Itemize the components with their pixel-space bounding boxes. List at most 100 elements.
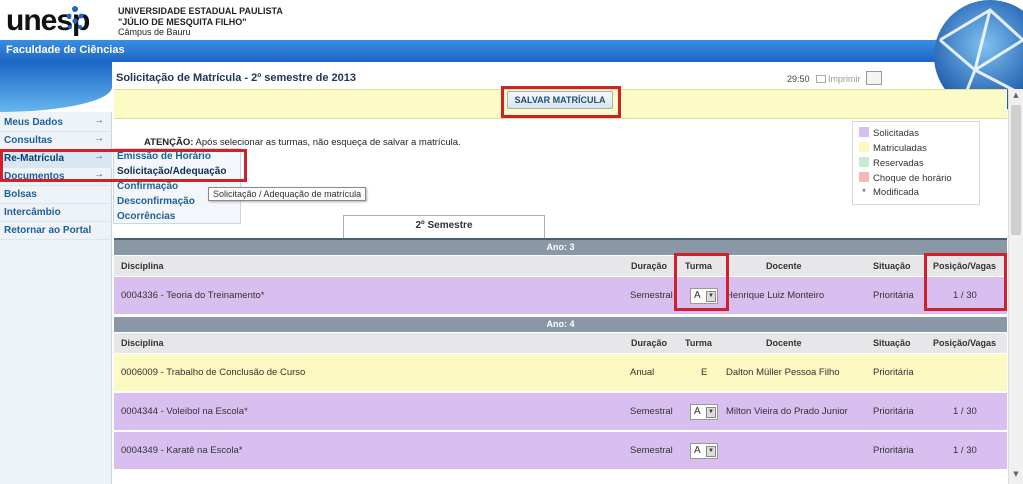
header-swoosh	[0, 62, 112, 112]
site-header: unesp UNIVERSIDADE ESTADUAL PAULISTA "JÚ…	[0, 0, 1023, 40]
cell-disciplina: 0004344 - Voleibol na Escola*	[121, 406, 248, 417]
legend-swatch	[859, 142, 869, 152]
cell-duracao: Semestral	[630, 406, 673, 417]
col-disciplina: Disciplina	[121, 261, 164, 271]
legend-item-reservadas: Reservadas	[859, 157, 924, 169]
col-duracao: Duração	[631, 338, 668, 348]
expand-icon[interactable]	[866, 71, 882, 85]
sidebar-item-label: Consultas	[4, 135, 53, 146]
highlight-save-button	[501, 86, 621, 118]
legend-label: Matriculadas	[873, 143, 927, 154]
turma-value: A	[694, 406, 701, 417]
legend-swatch	[859, 157, 869, 167]
cell-situacao: Prioritária	[873, 367, 914, 378]
turma-select[interactable]: A ▼	[690, 443, 718, 459]
cell-docente: Henrique Luiz Monteiro	[726, 290, 825, 301]
col-situacao: Situação	[873, 338, 911, 348]
col-turma: Turma	[685, 338, 712, 348]
chevron-down-icon: ▼	[706, 446, 716, 457]
cell-posicao: 1 / 30	[953, 406, 977, 417]
university-name: UNIVERSIDADE ESTADUAL PAULISTA "JÚLIO DE…	[118, 6, 283, 38]
page-title: Solicitação de Matrícula - 2º semestre d…	[116, 72, 357, 84]
session-timer: 29:50	[787, 74, 810, 84]
chevron-down-icon: ▼	[706, 407, 716, 418]
sidebar-item-retornar-portal[interactable]: Retornar ao Portal	[0, 222, 112, 240]
legend-label: Reservadas	[873, 158, 924, 169]
faculty-title: Faculdade de Ciências	[6, 44, 125, 56]
print-button[interactable]: Imprimir	[816, 74, 861, 84]
highlight-re-matricula-menu	[0, 149, 247, 182]
highlight-turma-column	[674, 253, 729, 311]
turma-select[interactable]: A ▼	[690, 404, 718, 420]
col-docente: Docente	[766, 261, 802, 271]
scrollbar-thumb[interactable]	[1011, 105, 1021, 235]
col-docente: Docente	[766, 338, 802, 348]
arrow-right-icon: →	[94, 133, 104, 144]
submenu-item-ocorrencias[interactable]: Ocorrências	[117, 211, 175, 222]
scroll-down-icon[interactable]: ▼	[1011, 470, 1021, 482]
legend-item-matriculadas: Matriculadas	[859, 142, 927, 154]
cell-disciplina: 0004349 - Karatê na Escola*	[121, 445, 243, 456]
cell-docente: Milton Vieira do Prado Junior	[726, 406, 848, 417]
legend-label: Solicitadas	[873, 128, 919, 139]
sidebar-item-label: Retornar ao Portal	[4, 225, 92, 236]
cell-posicao: 1 / 30	[953, 445, 977, 456]
submenu-item-confirmacao[interactable]: Confirmação	[117, 181, 178, 192]
tab-2o-semestre[interactable]: 2º Semestre	[343, 215, 545, 239]
attention-label: ATENÇÃO:	[144, 137, 194, 148]
arrow-right-icon: →	[94, 115, 104, 126]
col-duracao: Duração	[631, 261, 668, 271]
sidebar-item-intercambio[interactable]: Intercâmbio	[0, 204, 112, 222]
cell-situacao: Prioritária	[873, 290, 914, 301]
faculty-bar: Faculdade de Ciências	[0, 40, 1023, 62]
table-row: 0004336 - Teoria do Treinamento* Semestr…	[114, 277, 1007, 315]
cell-duracao: Anual	[630, 367, 655, 378]
attention-message: ATENÇÃO: Após selecionar as turmas, não …	[144, 137, 461, 148]
cell-docente: Dalton Müller Pessoa Filho	[726, 367, 840, 378]
column-headers: Disciplina Duração Turma Docente Situaçã…	[114, 333, 1007, 353]
university-line-1: UNIVERSIDADE ESTADUAL PAULISTA	[118, 6, 283, 16]
legend-swatch	[859, 127, 869, 137]
table-row: 0004344 - Voleibol na Escola* Semestral …	[114, 393, 1007, 431]
submenu-item-desconfirmacao[interactable]: Desconfirmação	[117, 196, 195, 207]
campus-name: Câmpus de Bauru	[118, 27, 191, 37]
col-disciplina: Disciplina	[121, 338, 164, 348]
print-label: Imprimir	[828, 74, 861, 84]
table-row: 0004349 - Karatê na Escola* Semestral A ▼…	[114, 432, 1007, 470]
legend-label: Modificada	[873, 187, 919, 198]
sidebar-item-bolsas[interactable]: Bolsas	[0, 186, 112, 204]
legend-label: Choque de horário	[873, 173, 952, 184]
sidebar-item-label: Bolsas	[4, 189, 37, 200]
cell-disciplina: 0004336 - Teoria do Treinamento*	[121, 290, 265, 301]
legend-swatch	[859, 172, 869, 182]
col-posicao: Posição/Vagas	[933, 338, 997, 348]
unesp-logo-mark-icon	[66, 6, 84, 29]
page-root: unesp UNIVERSIDADE ESTADUAL PAULISTA "JÚ…	[0, 0, 1023, 484]
legend-item-solicitadas: Solicitadas	[859, 127, 919, 139]
sidebar-item-label: Intercâmbio	[4, 207, 61, 218]
year-header: Ano: 3	[114, 240, 1007, 255]
col-situacao: Situação	[873, 261, 911, 271]
cell-duracao: Semestral	[630, 290, 673, 301]
turma-value: A	[694, 445, 701, 456]
legend-item-choque-horario: Choque de horário	[859, 172, 952, 184]
highlight-posicao-column	[924, 253, 1007, 311]
cell-turma: E	[701, 367, 708, 378]
legend-item-modificada: * Modificada	[859, 187, 919, 198]
sidebar-item-label: Meus Dados	[4, 117, 63, 128]
cell-situacao: Prioritária	[873, 406, 914, 417]
year-header: Ano: 4	[114, 317, 1007, 332]
asterisk-marker: *	[862, 187, 866, 198]
column-headers: Disciplina Duração Turma Docente Situaçã…	[114, 256, 1007, 276]
cell-disciplina: 0006009 - Trabalho de Conclusão de Curso	[121, 367, 306, 378]
tooltip: Solicitação / Adequação de matrícula	[208, 187, 367, 201]
sidebar-item-consultas[interactable]: Consultas →	[0, 132, 112, 150]
cell-situacao: Prioritária	[873, 445, 914, 456]
legend: Solicitadas Matriculadas Reservadas Choq…	[852, 121, 980, 205]
vertical-scrollbar[interactable]: ▲ ▼	[1008, 89, 1023, 484]
attention-text: Após selecionar as turmas, não esqueça d…	[193, 137, 461, 148]
scroll-up-icon[interactable]: ▲	[1011, 91, 1021, 103]
sidebar-item-meus-dados[interactable]: Meus Dados →	[0, 114, 112, 132]
university-line-2: "JÚLIO DE MESQUITA FILHO"	[118, 16, 247, 27]
cell-duracao: Semestral	[630, 445, 673, 456]
